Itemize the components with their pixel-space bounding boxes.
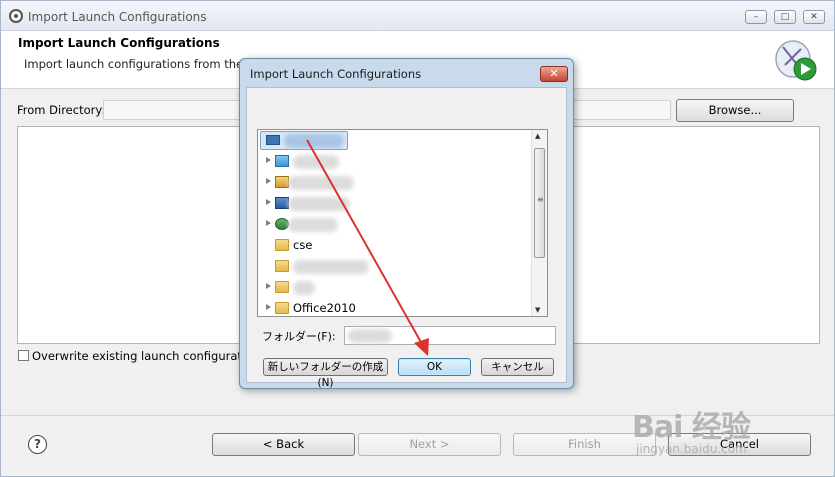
tree-item-label [288, 197, 350, 211]
tree-item[interactable] [258, 277, 532, 298]
window-title: Import Launch Configurations [28, 10, 207, 24]
close-button[interactable]: ✕ [803, 10, 825, 24]
watermark-url: jingyan.baidu.com [636, 442, 747, 456]
tree-item[interactable] [258, 151, 532, 172]
dialog-cancel-button[interactable]: キャンセル [481, 358, 554, 376]
browse-button[interactable]: Browse... [676, 99, 794, 122]
minimize-button[interactable]: – [745, 10, 767, 24]
expand-icon[interactable] [266, 283, 271, 289]
folder-input[interactable] [344, 326, 556, 345]
folder-icon [275, 260, 289, 272]
folder-label: フォルダー(F): [262, 330, 336, 343]
tree-scrollbar[interactable]: ▲ ≡ ▼ [531, 130, 547, 316]
from-directory-label: From Directory: [17, 103, 106, 117]
expand-icon[interactable] [266, 304, 271, 310]
folder-browse-dialog: Import Launch Configurations ✕ cse Offic… [239, 58, 574, 389]
tree-item[interactable] [258, 256, 532, 277]
expand-icon[interactable] [266, 157, 271, 163]
baidu-watermark: Bai 经验 jingyan.baidu.com [632, 402, 751, 456]
wizard-description: Import launch configurations from the lo… [24, 57, 271, 71]
back-button[interactable]: < Back [212, 433, 355, 456]
tree-item[interactable] [258, 193, 532, 214]
tree-item-desktop[interactable] [258, 130, 532, 151]
tree-item[interactable] [258, 214, 532, 235]
folder-icon [275, 281, 289, 293]
expand-icon[interactable] [266, 220, 271, 226]
computer-icon [275, 197, 289, 209]
folder-tree[interactable]: cse Office2010 ▲ ≡ ▼ [257, 129, 548, 317]
tree-item-label [293, 260, 369, 274]
maximize-button[interactable]: □ [774, 10, 796, 24]
folder-icon [275, 239, 289, 251]
overwrite-label: Overwrite existing launch configurations… [32, 349, 242, 363]
next-button[interactable]: Next > [358, 433, 501, 456]
eclipse-app-icon [9, 9, 23, 23]
overwrite-checkbox[interactable] [18, 350, 29, 361]
wizard-title: Import Launch Configurations [18, 36, 220, 50]
tree-item-label [293, 155, 339, 169]
tree-item-label: cse [293, 238, 313, 252]
expand-icon[interactable] [266, 199, 271, 205]
dialog-title: Import Launch Configurations [250, 67, 422, 81]
help-icon[interactable]: ? [28, 435, 47, 454]
scroll-grip-icon: ≡ [537, 195, 544, 204]
ok-button[interactable]: OK [398, 358, 471, 376]
new-folder-button[interactable]: 新しいフォルダーの作成(N) [263, 358, 388, 389]
network-icon [275, 218, 289, 230]
tree-item-label [288, 218, 338, 232]
launch-wizard-icon [775, 40, 817, 81]
scroll-up-icon[interactable]: ▲ [535, 132, 540, 140]
folder-input-value [348, 329, 392, 343]
folder-icon [275, 302, 289, 314]
tree-item[interactable] [258, 172, 532, 193]
watermark-logo: Bai 经验 [632, 410, 751, 445]
tree-item-label: Office2010 [293, 301, 356, 315]
tree-item-label [288, 176, 354, 190]
user-icon [275, 176, 289, 188]
tree-item-office2010[interactable]: Office2010 [258, 298, 532, 319]
title-bar: Import Launch Configurations – □ ✕ [1, 1, 834, 31]
dialog-close-button[interactable]: ✕ [540, 66, 568, 82]
tree-item-label [293, 281, 315, 295]
desktop-icon [266, 135, 280, 145]
scroll-down-icon[interactable]: ▼ [535, 306, 540, 314]
tree-item-label [284, 134, 344, 148]
library-icon [275, 155, 289, 167]
expand-icon[interactable] [266, 178, 271, 184]
tree-item-cse[interactable]: cse [258, 235, 532, 256]
